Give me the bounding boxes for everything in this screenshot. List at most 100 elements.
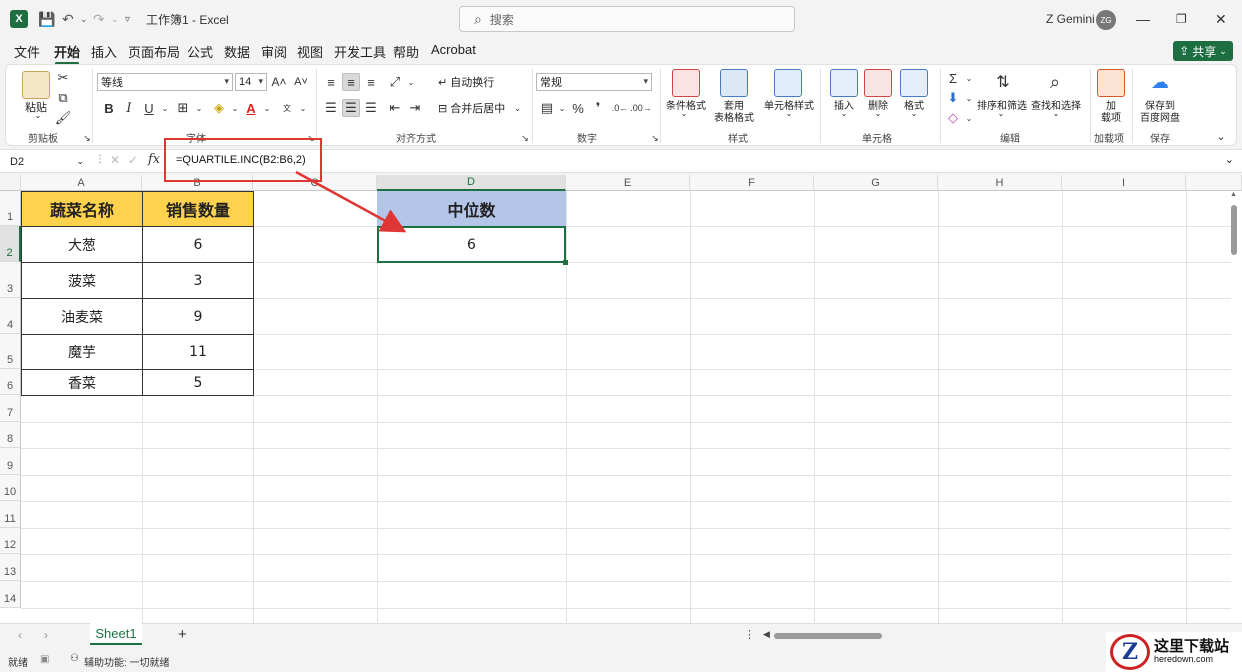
tab-view[interactable]: 视图 — [297, 42, 323, 61]
row-header-14[interactable]: 14 — [0, 581, 21, 608]
percent-icon[interactable]: % — [569, 99, 587, 117]
chevron-down-icon[interactable]: ⌄ — [836, 109, 852, 118]
scroll-left-icon[interactable]: ◀ — [763, 629, 770, 640]
tab-acrobat[interactable]: Acrobat — [431, 42, 476, 57]
accessibility-icon[interactable]: ⚇ — [70, 653, 79, 664]
column-header-e[interactable]: E — [566, 175, 690, 191]
cell-a6[interactable]: 香菜 — [21, 369, 143, 396]
save-to-baidu-button[interactable]: 百度网盘 — [1136, 109, 1184, 124]
format-cells-icon[interactable] — [900, 69, 928, 97]
merge-center-button[interactable]: ⊟ 合并后居中 ⌄ — [438, 100, 521, 116]
vertical-scroll-thumb[interactable] — [1231, 205, 1237, 255]
addins-button[interactable]: 载项 — [1095, 109, 1127, 124]
insert-cells-icon[interactable] — [830, 69, 858, 97]
column-header-h[interactable]: H — [938, 175, 1062, 191]
fill-handle[interactable] — [563, 260, 568, 265]
chevron-down-icon[interactable]: ⌄ — [870, 109, 886, 118]
column-header-j[interactable] — [1186, 175, 1242, 191]
decrease-font-icon[interactable]: A˅ — [292, 73, 310, 91]
more-options-icon[interactable]: ⋮ — [95, 154, 105, 165]
user-name[interactable]: Z Gemini — [1046, 9, 1095, 29]
avatar[interactable]: ZG — [1096, 10, 1116, 30]
chevron-down-icon[interactable]: ⌄ — [960, 69, 978, 87]
cell-a5[interactable]: 魔芋 — [21, 334, 143, 370]
enter-icon[interactable]: ✓ — [128, 153, 138, 167]
find-select-icon[interactable]: ⌕ — [1042, 69, 1068, 95]
table-format-icon[interactable] — [720, 69, 748, 97]
scroll-up-icon[interactable]: ▲ — [1230, 191, 1237, 198]
redo-dropdown-icon[interactable]: ⌄ — [111, 9, 119, 29]
row-header-7[interactable]: 7 — [0, 395, 21, 422]
number-format-select[interactable]: 常规 ▾ — [536, 73, 652, 91]
cell-a2[interactable]: 大葱 — [21, 226, 143, 263]
align-top-icon[interactable]: ≡ — [322, 73, 340, 91]
cell-d2[interactable]: 6 — [377, 226, 566, 263]
chevron-down-icon[interactable]: ⌄ — [906, 109, 922, 118]
cancel-icon[interactable]: ✕ — [110, 153, 120, 167]
bold-icon[interactable]: B — [100, 99, 118, 117]
more-options-icon[interactable]: ⋮ — [744, 628, 755, 641]
undo-dropdown-icon[interactable]: ⌄ — [80, 9, 88, 29]
cell-a4[interactable]: 油麦菜 — [21, 298, 143, 335]
name-box[interactable]: D2 ⌄ — [6, 152, 88, 171]
tab-formulas[interactable]: 公式 — [187, 42, 213, 61]
paste-dropdown-icon[interactable]: ⌄ — [30, 111, 46, 120]
cell-d1[interactable]: 中位数 — [377, 191, 566, 226]
copy-icon[interactable]: ⧉ — [54, 89, 72, 107]
macro-record-icon[interactable]: ▣ — [40, 654, 49, 665]
chevron-down-icon[interactable]: ⌄ — [993, 109, 1009, 118]
cell-b1[interactable]: 销售数量 — [142, 191, 254, 227]
chevron-down-icon[interactable]: ⌄ — [156, 99, 174, 117]
column-header-g[interactable]: G — [814, 175, 938, 191]
search-input[interactable]: ⌕ 搜索 — [459, 6, 795, 32]
decrease-indent-icon[interactable]: ⇤ — [386, 99, 404, 117]
comma-style-icon[interactable]: ❜ — [589, 99, 607, 117]
addins-icon[interactable] — [1097, 69, 1125, 97]
cell-a3[interactable]: 菠菜 — [21, 262, 143, 299]
sheet-tab-sheet1[interactable]: Sheet1 — [90, 623, 142, 645]
row-header-9[interactable]: 9 — [0, 448, 21, 475]
cell-a1[interactable]: 蔬菜名称 — [21, 191, 143, 227]
restore-icon[interactable]: ❐ — [1176, 9, 1187, 29]
chevron-down-icon[interactable]: ⌄ — [402, 73, 420, 91]
cell-b2[interactable]: 6 — [142, 226, 254, 263]
row-header-8[interactable]: 8 — [0, 422, 21, 448]
align-left-icon[interactable]: ☰ — [322, 99, 340, 117]
font-size-select[interactable]: 14 ▾ — [235, 73, 267, 91]
clipboard-launcher-icon[interactable]: ↘ — [78, 129, 96, 147]
row-header-12[interactable]: 12 — [0, 528, 21, 554]
align-right-icon[interactable]: ☰ — [362, 99, 380, 117]
row-header-10[interactable]: 10 — [0, 475, 21, 501]
chevron-down-icon[interactable]: ⌄ — [676, 109, 692, 118]
column-header-f[interactable]: F — [690, 175, 814, 191]
cell-b6[interactable]: 5 — [142, 369, 254, 396]
collapse-ribbon-icon[interactable]: ⌄ — [1212, 127, 1230, 145]
cloud-icon[interactable]: ☁ — [1147, 69, 1173, 95]
row-header-3[interactable]: 3 — [0, 262, 21, 298]
font-name-select[interactable]: 等线 ▾ — [97, 73, 233, 91]
redo-icon[interactable]: ↷ — [93, 9, 105, 29]
worksheet-grid[interactable]: A B C D E F G H I 1 2 3 4 5 6 7 8 9 10 1… — [0, 175, 1242, 623]
tab-file[interactable]: 文件 — [14, 42, 40, 61]
cell-style-icon[interactable] — [774, 69, 802, 97]
cell-b4[interactable]: 9 — [142, 298, 254, 335]
row-header-5[interactable]: 5 — [0, 334, 21, 369]
delete-cells-icon[interactable] — [864, 69, 892, 97]
increase-font-icon[interactable]: A˄ — [270, 73, 288, 91]
prev-sheet-icon[interactable]: ‹ — [18, 628, 22, 642]
cell-b3[interactable]: 3 — [142, 262, 254, 299]
format-painter-icon[interactable]: 🖌 — [54, 109, 72, 127]
row-header-13[interactable]: 13 — [0, 554, 21, 581]
minimize-icon[interactable]: — — [1136, 9, 1150, 29]
row-header-11[interactable]: 11 — [0, 501, 21, 528]
align-bottom-icon[interactable]: ≡ — [362, 73, 380, 91]
paste-icon[interactable] — [22, 71, 50, 99]
tab-insert[interactable]: 插入 — [91, 42, 117, 61]
insert-function-icon[interactable]: fx — [148, 152, 160, 167]
save-icon[interactable]: 💾 — [38, 9, 55, 29]
table-format-button[interactable]: 表格格式 — [706, 109, 762, 124]
chevron-down-icon[interactable]: ⌄ — [1048, 109, 1064, 118]
next-sheet-icon[interactable]: › — [44, 628, 48, 642]
tab-developer[interactable]: 开发工具 — [334, 42, 386, 61]
chevron-down-icon[interactable]: ⌄ — [190, 99, 208, 117]
